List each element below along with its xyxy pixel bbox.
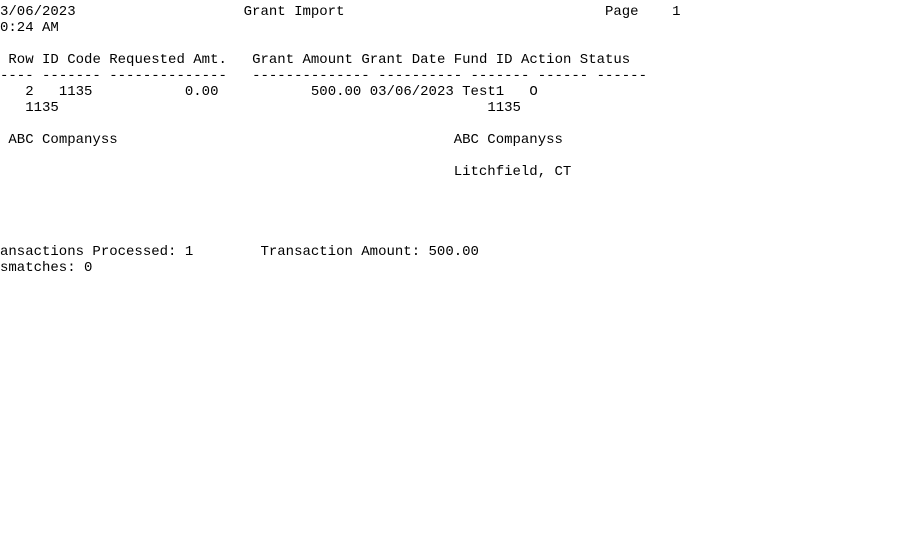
transaction-amount-value: 500.00 (429, 244, 479, 260)
col-fund-id: Fund ID (454, 52, 513, 68)
rule-grant-amount: -------------- (252, 68, 370, 84)
transactions-processed-value: 1 (185, 244, 193, 260)
col-row: Row (8, 52, 33, 68)
detail-city-state: Litchfield, CT (454, 164, 572, 180)
rule-status: ------ (597, 68, 647, 84)
cell-row: 2 (25, 84, 33, 100)
page-number: 1 (672, 4, 680, 20)
report-time: 0:24 AM (0, 20, 59, 36)
col-status: Status (580, 52, 630, 68)
col-requested-amt: Requested Amt. (109, 52, 227, 68)
transaction-amount-label: Transaction Amount: (260, 244, 420, 260)
report-title: Grant Import (244, 4, 345, 20)
cell-grant-amount: 500.00 (311, 84, 361, 100)
detail-left-name: ABC Companyss (8, 132, 117, 148)
page-label: Page (605, 4, 639, 20)
rule-grant-date: ---------- (378, 68, 462, 84)
rule-requested-amt: -------------- (109, 68, 227, 84)
transactions-processed-label: ansactions Processed: (0, 244, 176, 260)
cell-grant-date: 03/06/2023 (370, 84, 454, 100)
col-grant-amount: Grant Amount (252, 52, 353, 68)
cell-requested-amt: 0.00 (185, 84, 219, 100)
col-id-code: ID Code (42, 52, 101, 68)
col-action: Action (521, 52, 571, 68)
rule-id-code: ------- (42, 68, 101, 84)
report-output: 3/06/2023 Grant Import Page 1 0:24 AM Ro… (0, 0, 900, 276)
rule-fund-id: ------- (471, 68, 530, 84)
rule-row: ---- (0, 68, 34, 84)
mismatches-value: 0 (84, 260, 92, 276)
report-date: 3/06/2023 (0, 4, 76, 20)
cell-fund-id: Test1 (462, 84, 504, 100)
mismatches-label: smatches: (0, 260, 76, 276)
detail-secondary-id: 1135 (25, 100, 59, 116)
detail-secondary-code: 1135 (487, 100, 521, 116)
col-grant-date: Grant Date (361, 52, 445, 68)
rule-action: ------ (538, 68, 588, 84)
cell-action: O (529, 84, 537, 100)
cell-id-code: 1135 (59, 84, 93, 100)
detail-right-name: ABC Companyss (454, 132, 563, 148)
